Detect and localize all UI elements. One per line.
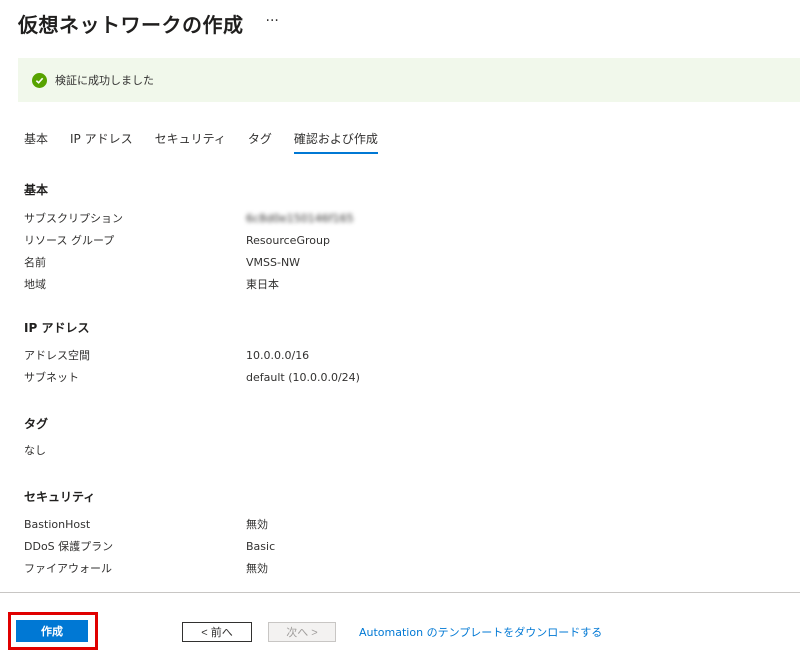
row-value: 無効 [246,518,268,531]
summary-row: アドレス空間 10.0.0.0/16 [24,344,360,366]
tab-bar: 基本 IP アドレス セキュリティ タグ 確認および作成 [24,126,400,156]
row-label: 地域 [24,278,46,291]
section-heading: タグ [24,417,49,431]
row-label: BastionHost [24,517,91,531]
create-button[interactable]: 作成 [16,620,88,642]
subscription-value: 6c8d0e150146f165 [246,211,354,225]
summary-row: サブスクリプション 6c8d0e150146f165 [24,207,354,229]
row-value: 東日本 [246,278,279,291]
section-ip-addresses: IP アドレス アドレス空間 10.0.0.0/16 サブネット default… [24,319,360,388]
tags-value: なし [24,444,46,457]
tab-ip-addresses[interactable]: IP アドレス [70,126,133,154]
title-row: 仮想ネットワークの作成 ··· [18,8,279,38]
row-label: アドレス空間 [24,349,90,362]
section-security: セキュリティ BastionHost 無効 DDoS 保護プラン Basic フ… [24,488,275,579]
summary-row: DDoS 保護プラン Basic [24,535,275,557]
validation-message: 検証に成功しました [55,74,154,87]
row-value: 10.0.0.0/16 [246,348,310,362]
section-tags: タグ なし [24,415,48,461]
row-label: リソース グループ [24,234,115,247]
row-value: ResourceGroup [246,233,330,247]
section-heading: セキュリティ [24,490,96,504]
page-title: 仮想ネットワークの作成 [18,12,244,37]
summary-row: リソース グループ ResourceGroup [24,229,354,251]
download-template-link[interactable]: Automation のテンプレートをダウンロードする [359,624,602,640]
previous-button[interactable]: < 前へ [182,622,252,642]
tab-basics[interactable]: 基本 [24,126,48,154]
row-label: 名前 [24,256,46,269]
summary-row: ファイアウォール 無効 [24,557,275,579]
summary-row: 地域 東日本 [24,273,354,295]
check-circle-icon [32,72,47,88]
summary-row: 名前 VMSS-NW [24,251,354,273]
section-heading: 基本 [24,183,49,197]
tab-security[interactable]: セキュリティ [155,126,226,154]
row-label: サブスクリプション [24,212,123,225]
section-basics: 基本 サブスクリプション 6c8d0e150146f165 リソース グループ … [24,181,354,295]
row-label: ファイアウォール [24,562,112,575]
more-options-button[interactable]: ··· [266,13,279,29]
row-label: サブネット [24,371,79,384]
summary-row: サブネット default (10.0.0.0/24) [24,366,360,388]
row-label: DDoS 保護プラン [24,540,114,553]
section-heading: IP アドレス [24,321,90,335]
row-value: default (10.0.0.0/24) [246,370,360,384]
summary-row: BastionHost 無効 [24,513,275,535]
row-value: Basic [246,539,276,553]
row-value: 無効 [246,562,268,575]
validation-banner: 検証に成功しました [18,58,800,102]
next-button[interactable]: 次へ > [268,622,336,642]
tab-review-create[interactable]: 確認および作成 [293,126,378,154]
footer-divider [0,592,800,593]
tab-tags[interactable]: タグ [248,126,272,154]
row-value: VMSS-NW [246,255,301,269]
